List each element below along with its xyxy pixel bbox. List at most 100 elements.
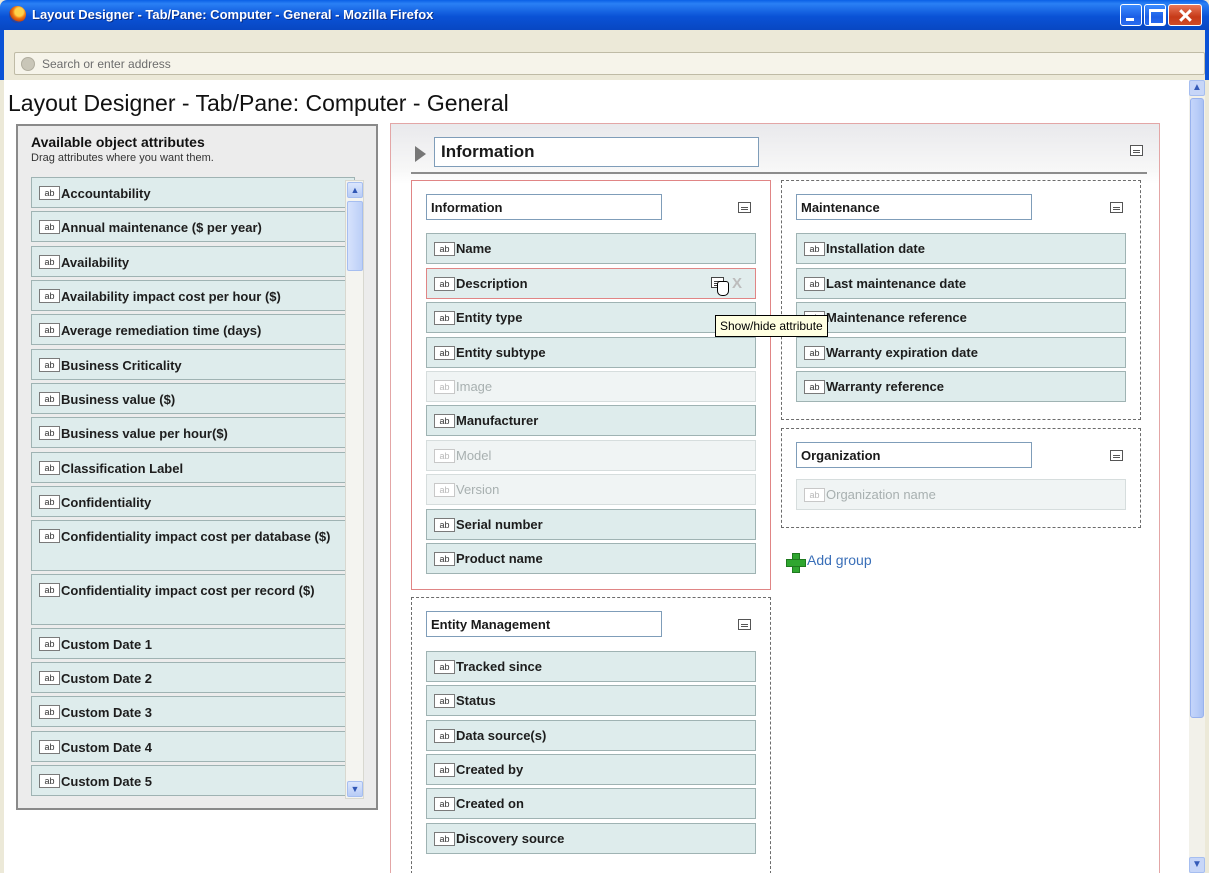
group-attribute-item[interactable]: ab Status (426, 685, 756, 716)
group-attribute-item[interactable]: ab Data source(s) (426, 720, 756, 751)
group-menu-icon[interactable] (738, 619, 751, 630)
text-field-icon: ab (434, 729, 455, 743)
text-field-icon: ab (39, 529, 60, 543)
tab-divider (411, 172, 1147, 174)
attribute-item[interactable]: ab Custom Date 5 (31, 765, 355, 796)
text-field-icon: ab (804, 488, 825, 502)
available-attributes-panel: Available object attributes Drag attribu… (16, 124, 378, 810)
group-attribute-item[interactable]: ab Tracked since (426, 651, 756, 682)
group-information[interactable]: Information ab Name ab Description X ab Enti… (411, 180, 771, 590)
attribute-label: Description (456, 276, 528, 291)
group-attribute-item[interactable]: ab Last maintenance date (796, 268, 1126, 299)
attribute-label: Custom Date 5 (61, 774, 153, 789)
page-scroll-thumb[interactable] (1190, 98, 1204, 718)
attribute-item[interactable]: ab Average remediation time (days) (31, 314, 355, 345)
text-field-icon: ab (39, 392, 60, 406)
attribute-label: Tracked since (456, 659, 542, 674)
attribute-item[interactable]: ab Custom Date 3 (31, 696, 355, 727)
group-organization[interactable]: Organization ab Organization name (781, 428, 1141, 528)
remove-attribute-icon[interactable]: X (732, 275, 742, 292)
group-attribute-item[interactable]: ab Created on (426, 788, 756, 819)
group-title-input[interactable]: Entity Management (426, 611, 662, 637)
group-attribute-item[interactable]: abMaintenance reference (796, 302, 1126, 333)
tab-menu-icon[interactable] (1130, 145, 1143, 156)
text-field-icon: ab (804, 277, 825, 291)
hand-cursor-icon (717, 281, 729, 296)
group-attribute-item[interactable]: ab Organization name (796, 479, 1126, 510)
scroll-down-icon[interactable]: ▼ (1189, 857, 1205, 873)
available-attributes-title: Available object attributes (31, 134, 205, 150)
text-field-icon: ab (39, 705, 60, 719)
group-attribute-item[interactable]: ab Serial number (426, 509, 756, 540)
text-field-icon: ab (434, 694, 455, 708)
group-attribute-item[interactable]: ab Discovery source (426, 823, 756, 854)
attribute-label: Status (456, 693, 496, 708)
address-input[interactable]: Search or enter address (14, 52, 1205, 75)
group-attribute-item[interactable]: ab Entity subtype (426, 337, 756, 368)
attribute-item[interactable]: ab Confidentiality (31, 486, 355, 517)
text-field-icon: ab (434, 483, 455, 497)
attribute-label: Accountability (61, 186, 151, 201)
group-attribute-item[interactable]: ab Created by (426, 754, 756, 785)
group-entity-management[interactable]: Entity Management ab Tracked since ab Stat… (411, 597, 771, 873)
group-attribute-item[interactable]: ab Warranty reference (796, 371, 1126, 402)
group-attribute-item[interactable]: ab Version (426, 474, 756, 505)
expand-arrow-icon[interactable] (415, 146, 426, 162)
attribute-item[interactable]: ab Accountability (31, 177, 355, 208)
group-maintenance[interactable]: Maintenance ab Installation date ab Last m… (781, 180, 1141, 420)
text-field-icon: ab (804, 380, 825, 394)
text-field-icon: ab (434, 449, 455, 463)
group-title-input[interactable]: Information (426, 194, 662, 220)
page-scrollbar[interactable]: ▲ ▼ (1189, 80, 1205, 873)
attribute-label: Discovery source (456, 831, 565, 846)
group-attribute-item[interactable]: ab Warranty expiration date (796, 337, 1126, 368)
attribute-label: Maintenance reference (826, 310, 967, 325)
group-attribute-item[interactable]: ab Name (426, 233, 756, 264)
window-titlebar: Layout Designer - Tab/Pane: Computer - G… (0, 0, 1209, 30)
minimize-button[interactable] (1120, 4, 1142, 26)
group-menu-icon[interactable] (1110, 202, 1123, 213)
attribute-item[interactable]: ab Business value ($) (31, 383, 355, 414)
group-menu-icon[interactable] (1110, 450, 1123, 461)
group-attribute-item[interactable]: ab Image (426, 371, 756, 402)
text-field-icon: ab (434, 380, 455, 394)
scroll-up-icon[interactable]: ▲ (1189, 80, 1205, 96)
attribute-item[interactable]: ab Custom Date 1 (31, 628, 355, 659)
group-attribute-item[interactable]: ab Manufacturer (426, 405, 756, 436)
attribute-item[interactable]: ab Business Criticality (31, 349, 355, 380)
scroll-up-icon[interactable]: ▲ (347, 182, 363, 198)
attribute-label: Image (456, 379, 493, 394)
tab-title-input[interactable]: Information (434, 137, 759, 167)
attribute-item[interactable]: ab Availability (31, 246, 355, 277)
group-attribute-item[interactable]: ab Entity type (426, 302, 756, 333)
text-field-icon: ab (434, 311, 455, 325)
scroll-down-icon[interactable]: ▼ (347, 781, 363, 797)
attribute-item[interactable]: ab Custom Date 4 (31, 731, 355, 762)
group-attribute-item[interactable]: ab Installation date (796, 233, 1126, 264)
attribute-label: Last maintenance date (826, 276, 967, 291)
group-title-input[interactable]: Maintenance (796, 194, 1032, 220)
attribute-item[interactable]: ab Confidentiality impact cost per record… (31, 574, 355, 625)
attribute-item[interactable]: ab Annual maintenance ($ per year) (31, 211, 355, 242)
attribute-item[interactable]: ab Custom Date 2 (31, 662, 355, 693)
attribute-item[interactable]: ab Business value per hour($) (31, 417, 355, 448)
attributes-scrollbar[interactable]: ▲ ▼ (345, 180, 364, 799)
scroll-thumb[interactable] (347, 201, 363, 271)
group-title-input[interactable]: Organization (796, 442, 1032, 468)
text-field-icon: ab (39, 220, 60, 234)
group-menu-icon[interactable] (738, 202, 751, 213)
close-button[interactable] (1168, 4, 1202, 26)
attribute-label: Entity subtype (456, 345, 546, 360)
attribute-item[interactable]: ab Confidentiality impact cost per databa… (31, 520, 355, 571)
attribute-label: Entity type (456, 310, 523, 325)
available-attributes-subtitle: Drag attributes where you want them. (31, 152, 214, 164)
maximize-button[interactable] (1144, 4, 1166, 26)
group-attribute-item[interactable]: ab Product name (426, 543, 756, 574)
attribute-label: Average remediation time (days) (61, 323, 262, 338)
attribute-label: Business value per hour($) (61, 426, 228, 441)
group-attribute-item[interactable]: ab Description X (426, 268, 756, 299)
add-group-label: Add group (807, 552, 872, 568)
attribute-item[interactable]: ab Availability impact cost per hour ($) (31, 280, 355, 311)
attribute-item[interactable]: ab Classification Label (31, 452, 355, 483)
group-attribute-item[interactable]: ab Model (426, 440, 756, 471)
